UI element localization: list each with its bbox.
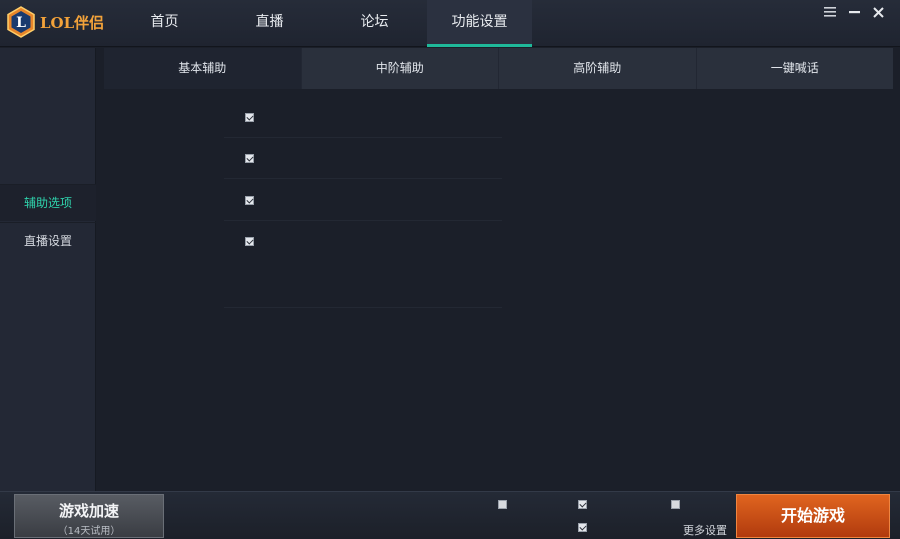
game-boost-trial: （14天试用） <box>57 526 121 537</box>
sub-tabs: 基本辅助 中阶辅助 高阶辅助 一键喊话 <box>104 48 893 89</box>
settings-panel <box>96 89 900 491</box>
option-checkbox[interactable] <box>245 113 254 122</box>
option-checkbox[interactable] <box>245 154 254 163</box>
bottom-checkbox[interactable] <box>671 500 680 509</box>
option-row <box>224 180 502 221</box>
tab-basic-assist[interactable]: 基本辅助 <box>104 48 302 89</box>
top-nav: 首页 直播 论坛 功能设置 <box>112 0 532 47</box>
start-game-button[interactable]: 开始游戏 <box>736 494 890 538</box>
game-boost-title: 游戏加速 <box>58 502 119 520</box>
app-logo-text: LOL伴侣 <box>40 14 105 32</box>
nav-item-live[interactable]: 直播 <box>217 0 322 47</box>
option-row <box>224 138 502 179</box>
nav-item-settings[interactable]: 功能设置 <box>427 0 532 47</box>
option-checkbox[interactable] <box>245 196 254 205</box>
logo-badge-icon: L <box>7 6 35 38</box>
option-row <box>224 97 502 138</box>
sidebar: 辅助选项 直播设置 <box>0 48 96 491</box>
bottom-bar: 游戏加速 （14天试用） 更多设置 开始游戏 <box>0 491 900 539</box>
app-logo: L LOL伴侣 <box>6 6 106 38</box>
title-bar: L LOL伴侣 首页 直播 论坛 功能设置 <box>0 0 900 47</box>
tab-intermediate-assist[interactable]: 中阶辅助 <box>302 48 499 89</box>
sidebar-item-live-settings[interactable]: 直播设置 <box>0 222 96 259</box>
more-settings-link[interactable]: 更多设置 <box>683 522 727 538</box>
bottom-checkbox[interactable] <box>498 500 507 509</box>
minimize-icon[interactable] <box>846 4 862 20</box>
logo-letter: L <box>16 15 26 31</box>
option-checkbox[interactable] <box>245 237 254 246</box>
close-icon[interactable] <box>870 4 886 20</box>
start-game-label: 开始游戏 <box>780 506 845 525</box>
tab-advanced-assist[interactable]: 高阶辅助 <box>499 48 697 89</box>
nav-item-home[interactable]: 首页 <box>112 0 217 47</box>
bottom-checkbox[interactable] <box>578 500 587 509</box>
menu-icon[interactable] <box>822 4 838 20</box>
window-controls <box>822 4 886 20</box>
option-row <box>224 221 502 308</box>
sidebar-item-assist-options[interactable]: 辅助选项 <box>0 184 96 221</box>
tab-one-key-shout[interactable]: 一键喊话 <box>697 48 894 89</box>
game-boost-button[interactable]: 游戏加速 （14天试用） <box>14 494 164 538</box>
bottom-checkbox[interactable] <box>578 523 587 532</box>
nav-item-forum[interactable]: 论坛 <box>322 0 427 47</box>
